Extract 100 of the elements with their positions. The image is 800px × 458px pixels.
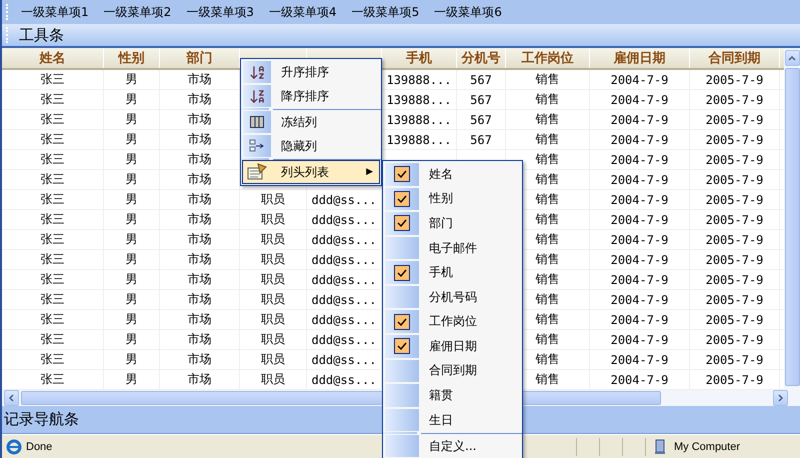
- checkbox[interactable]: [394, 264, 410, 281]
- column-header[interactable]: 工作岗位: [506, 48, 590, 68]
- table-cell: 张三: [2, 210, 104, 229]
- table-cell: 销售: [506, 90, 590, 109]
- table-cell: 市场: [160, 350, 240, 369]
- column-header[interactable]: 性别: [104, 48, 160, 68]
- table-cell: 2004-7-9: [590, 130, 690, 149]
- checkbox[interactable]: [394, 314, 410, 330]
- table-cell: 567: [457, 130, 506, 149]
- table-cell: 张三: [2, 370, 104, 389]
- table-cell: 2004-7-9: [590, 210, 690, 229]
- table-cell: 男: [104, 110, 160, 129]
- table-cell: 567: [457, 70, 506, 89]
- table-cell: 市场: [160, 270, 240, 289]
- table-cell: 2005-7-9: [690, 290, 780, 309]
- menu-item[interactable]: 一级菜单项4: [262, 4, 346, 20]
- scroll-left-button[interactable]: [4, 390, 19, 406]
- table-cell: 张三: [2, 90, 104, 109]
- table-cell: 2005-7-9: [690, 250, 780, 269]
- context-menu-item[interactable]: 列头列表 ▶: [242, 160, 380, 184]
- menu-item[interactable]: 一级菜单项1: [15, 4, 98, 20]
- checkbox[interactable]: [394, 166, 410, 182]
- table-cell: 567: [457, 90, 506, 109]
- table-cell: 男: [104, 290, 160, 309]
- table-cell: 男: [104, 170, 160, 189]
- table-cell: 张三: [2, 110, 104, 129]
- menu-item[interactable]: 一级菜单项5: [346, 4, 428, 20]
- column-header[interactable]: 雇佣日期: [590, 48, 690, 68]
- browser-icon: [6, 438, 22, 454]
- table-cell: 2004-7-9: [590, 70, 690, 89]
- column-header[interactable]: 姓名: [2, 48, 104, 68]
- column-header[interactable]: 分机号: [457, 48, 506, 68]
- table-cell: 市场: [160, 190, 240, 209]
- column-header[interactable]: 合同到期: [690, 48, 780, 68]
- table-cell: 2005-7-9: [690, 330, 780, 349]
- table-cell: 市场: [160, 370, 240, 389]
- column-list-item[interactable]: 生日: [384, 408, 521, 432]
- scroll-right-button[interactable]: [773, 390, 788, 406]
- table-cell: 男: [104, 350, 160, 369]
- table-cell: 男: [104, 90, 160, 109]
- checkbox[interactable]: [394, 338, 410, 354]
- table-cell: 2005-7-9: [690, 210, 780, 229]
- checkbox[interactable]: [394, 215, 410, 232]
- table-cell: 男: [104, 230, 160, 249]
- context-menu-item[interactable]: 升序排序: [242, 60, 380, 84]
- table-cell: 市场: [160, 230, 240, 249]
- scroll-thumb[interactable]: [784, 68, 800, 386]
- table-cell: 职员: [240, 350, 307, 369]
- table-cell: 2004-7-9: [590, 190, 690, 209]
- context-menu-item[interactable]: 冻结列: [242, 110, 380, 134]
- table-cell: 2004-7-9: [590, 290, 690, 309]
- table-cell: 男: [104, 190, 160, 209]
- table-cell: 2005-7-9: [690, 70, 780, 89]
- table-cell: 2004-7-9: [590, 350, 690, 369]
- table-cell: 2005-7-9: [690, 90, 780, 109]
- table-cell: 2005-7-9: [690, 310, 780, 329]
- table-cell: 男: [104, 270, 160, 289]
- table-cell: 张三: [2, 290, 104, 309]
- table-cell: 男: [104, 250, 160, 269]
- check-icon: [397, 318, 407, 326]
- table-cell: 2004-7-9: [590, 330, 690, 349]
- table-cell: 销售: [506, 110, 590, 129]
- toolbar-title: 工具条: [19, 26, 64, 44]
- table-cell: 2004-7-9: [590, 90, 690, 109]
- table-cell: 男: [104, 210, 160, 229]
- table-cell: 2004-7-9: [590, 150, 690, 169]
- table-cell: 市场: [160, 330, 240, 349]
- table-cell: 张三: [2, 150, 104, 169]
- menu-item[interactable]: 一级菜单项2: [98, 4, 180, 20]
- table-cell: 男: [104, 330, 160, 349]
- check-icon: [397, 194, 407, 203]
- scroll-up-button[interactable]: [784, 50, 800, 66]
- table-cell: 张三: [2, 230, 104, 249]
- table-cell: 2005-7-9: [690, 150, 780, 169]
- table-cell: 市场: [160, 290, 240, 309]
- hide-column-icon: [249, 139, 265, 153]
- table-cell: 男: [104, 70, 160, 89]
- table-cell: 2005-7-9: [690, 170, 780, 189]
- table-cell: 职员: [240, 290, 307, 309]
- table-cell: 市场: [160, 210, 240, 229]
- menu-item[interactable]: 一级菜单项6: [428, 4, 511, 20]
- table-cell: 2005-7-9: [690, 270, 780, 289]
- check-icon: [397, 170, 407, 178]
- check-icon: [397, 342, 407, 350]
- sort-ascending-icon: [248, 64, 266, 80]
- checkbox[interactable]: [394, 190, 410, 207]
- navigator-title: 记录导航条: [4, 410, 79, 429]
- context-menu-item[interactable]: 隐藏列: [242, 134, 380, 158]
- column-list-item[interactable]: 自定义...: [384, 434, 521, 458]
- table-cell: 张三: [2, 190, 104, 209]
- sort-descending-icon: [248, 88, 266, 104]
- status-zone: My Computer: [674, 440, 740, 452]
- table-cell: 2004-7-9: [590, 230, 690, 249]
- check-icon: [397, 219, 407, 228]
- table-cell: 567: [457, 110, 506, 129]
- menu-item[interactable]: 一级菜单项3: [180, 4, 263, 20]
- table-cell: 男: [104, 130, 160, 149]
- table-cell: 职员: [240, 370, 307, 389]
- context-menu-item[interactable]: 降序排序: [242, 84, 380, 108]
- freeze-columns-icon: [250, 116, 264, 128]
